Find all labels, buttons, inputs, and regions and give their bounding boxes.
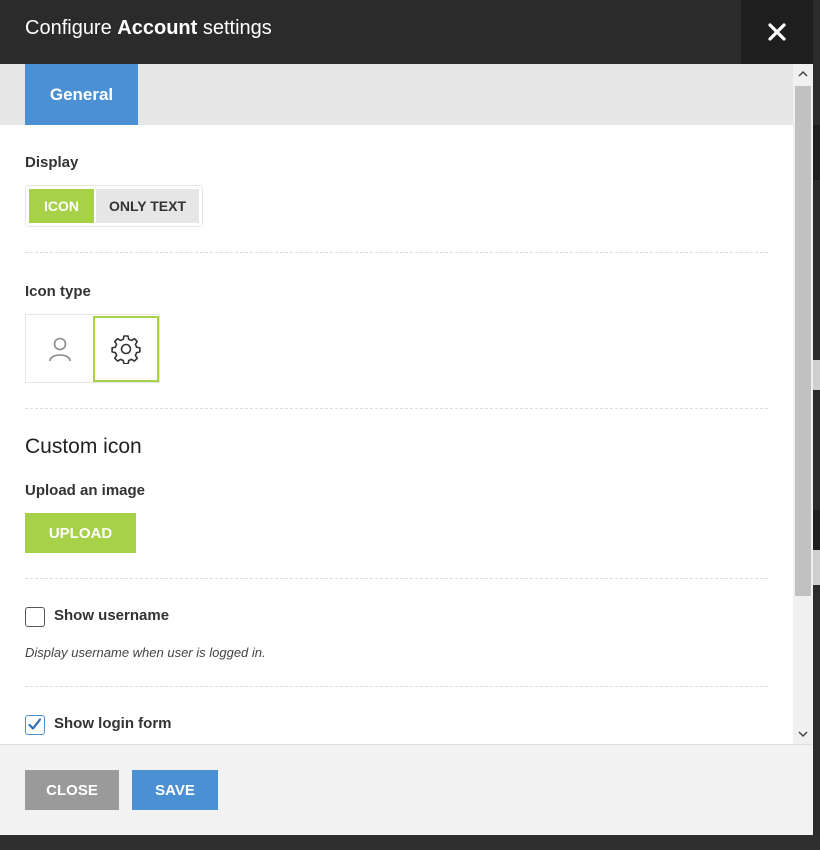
modal-footer: CLOSE SAVE (0, 744, 813, 835)
show-username-hint: Display username when user is logged in. (25, 645, 266, 660)
close-modal-button[interactable] (741, 0, 813, 64)
background-shade (0, 835, 820, 850)
checkmark-icon (28, 718, 42, 730)
scroll-up-button[interactable] (793, 64, 813, 84)
divider (25, 252, 768, 253)
display-toggle: ICON ONLY TEXT (25, 185, 203, 227)
display-label: Display (25, 154, 79, 171)
title-prefix: Configure (25, 17, 112, 39)
scroll-down-button[interactable] (793, 724, 813, 744)
background-block (813, 125, 820, 180)
custom-icon-heading: Custom icon (25, 435, 142, 458)
icon-type-option-user[interactable] (26, 315, 93, 382)
divider (25, 408, 768, 409)
title-bold: Account (117, 17, 198, 39)
display-option-icon[interactable]: ICON (29, 189, 94, 223)
close-button[interactable]: CLOSE (25, 770, 119, 810)
settings-modal: Configure Account settings General Displ… (0, 0, 813, 835)
icon-type-label: Icon type (25, 283, 91, 300)
scrollbar[interactable] (793, 64, 813, 744)
show-login-form-label: Show login form (54, 715, 172, 732)
background-block (813, 550, 820, 585)
modal-title: Configure Account settings (25, 17, 272, 40)
modal-body: General Display ICON ONLY TEXT Icon type (0, 64, 793, 744)
background-block (813, 510, 820, 550)
user-icon (48, 337, 71, 361)
divider (25, 578, 768, 579)
scroll-thumb[interactable] (795, 86, 811, 596)
gear-icon (111, 335, 141, 364)
title-suffix: settings (202, 17, 272, 39)
show-username-checkbox[interactable] (25, 607, 45, 627)
tab-general[interactable]: General (25, 64, 138, 125)
icon-type-option-gear[interactable] (93, 316, 159, 382)
tab-bar: General (0, 64, 793, 125)
display-option-only-text[interactable]: ONLY TEXT (96, 189, 199, 223)
show-username-label: Show username (54, 607, 170, 624)
save-button[interactable]: SAVE (132, 770, 218, 810)
upload-button[interactable]: UPLOAD (25, 513, 136, 553)
chevron-up-icon (798, 70, 808, 77)
chevron-down-icon (798, 731, 808, 738)
upload-image-label: Upload an image (25, 482, 146, 499)
divider (25, 686, 768, 687)
modal-header: Configure Account settings (0, 0, 813, 64)
icon-type-picker (25, 314, 160, 383)
close-icon (768, 23, 786, 41)
background-block (813, 360, 820, 390)
show-login-form-checkbox[interactable] (25, 715, 45, 735)
